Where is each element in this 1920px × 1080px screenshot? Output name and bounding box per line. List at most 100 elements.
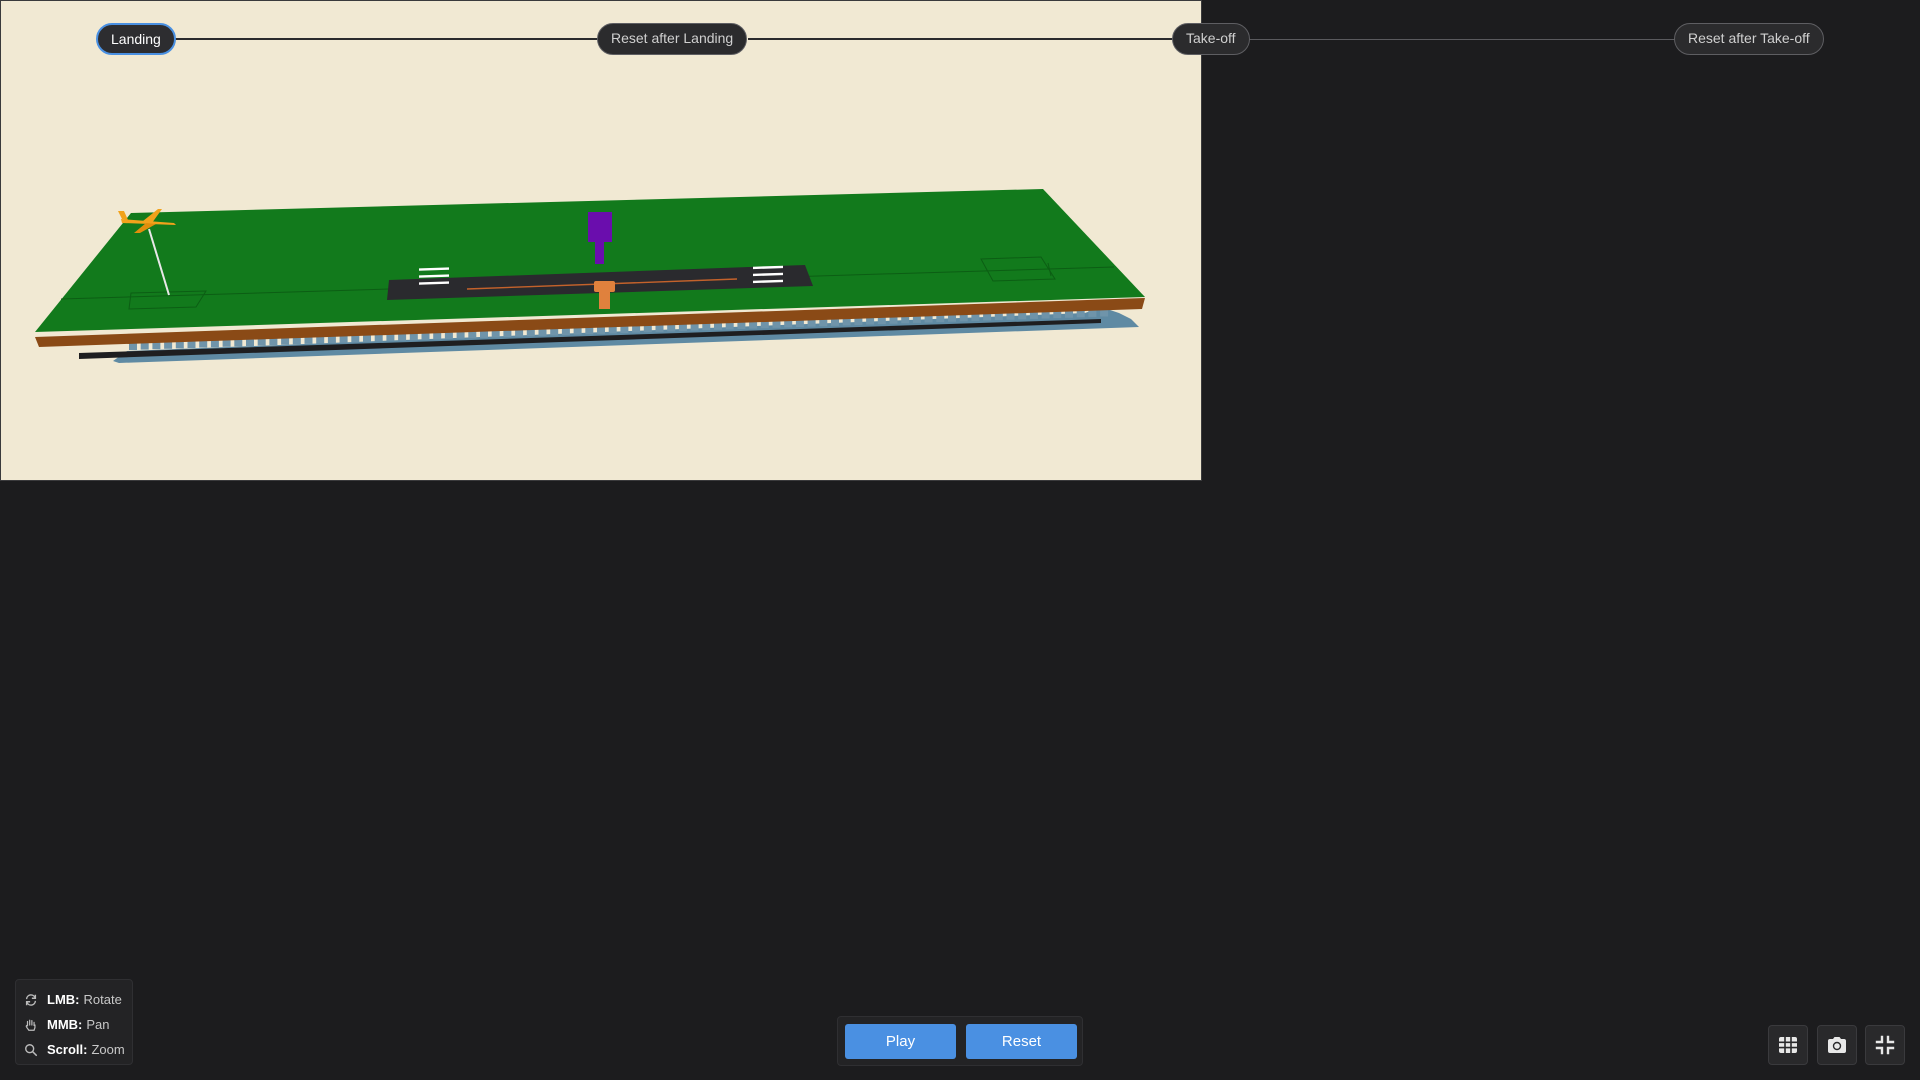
dock-slat	[983, 313, 992, 321]
dock-slat	[1006, 312, 1015, 320]
dock-slat	[433, 332, 442, 340]
dock-slat	[1088, 309, 1097, 317]
exit-fullscreen-button[interactable]	[1865, 1025, 1905, 1065]
dock-slat	[620, 326, 629, 333]
scene-viewport[interactable]	[0, 0, 1202, 481]
dock-slat	[480, 330, 488, 338]
dock-slat	[363, 334, 371, 342]
dock-slat	[643, 325, 652, 333]
dock-slat	[994, 313, 1003, 321]
dock-slat	[468, 331, 477, 339]
dock-slat	[152, 342, 161, 350]
dock-slat	[316, 336, 325, 344]
dock-slat	[655, 324, 664, 332]
dock-slat	[889, 316, 898, 324]
dock-slat	[725, 322, 734, 330]
dock-slat	[1076, 310, 1085, 318]
dock-slat	[199, 340, 208, 348]
timeline-step-take-off[interactable]: Take-off	[1172, 23, 1250, 55]
dock-slat	[409, 333, 418, 341]
dock-slat	[714, 322, 722, 330]
dock-slat	[842, 318, 851, 326]
dock-slat	[257, 338, 266, 346]
dock-slat	[222, 339, 231, 347]
dock-slat	[971, 313, 980, 321]
search-icon	[25, 1043, 38, 1056]
dock-slat	[456, 331, 465, 339]
grid-toggle-button[interactable]	[1768, 1025, 1808, 1065]
dock-slat	[936, 315, 945, 323]
dock-slat	[538, 328, 547, 336]
dock-slat	[269, 338, 278, 346]
timeline-step-landing[interactable]: Landing	[96, 23, 176, 55]
dock-slat	[246, 339, 254, 346]
dock-slat	[292, 337, 301, 345]
dock-slat	[281, 337, 290, 345]
dock-slat	[877, 317, 886, 325]
dock-slat	[831, 318, 839, 326]
dock-slat	[339, 335, 348, 343]
dock-slat	[807, 319, 816, 327]
dock-slat	[912, 315, 921, 323]
dock-slat	[784, 320, 793, 328]
dock-slat	[608, 326, 617, 334]
timeline-step-reset-after-take-off[interactable]: Reset after Take-off	[1674, 23, 1824, 55]
dock-slat	[760, 321, 769, 329]
dock-slat	[1053, 311, 1062, 319]
dock-slat	[304, 336, 313, 344]
rotate-icon	[25, 993, 37, 1006]
dock-slat	[901, 316, 910, 324]
timeline-step-reset-after-landing[interactable]: Reset after Landing	[597, 23, 748, 55]
dock-slat	[386, 334, 395, 342]
dock-slat	[234, 339, 243, 347]
dock-slat	[959, 314, 968, 322]
reset-button[interactable]: Reset	[966, 1024, 1077, 1059]
dock-slat	[573, 327, 582, 335]
dock-slat	[948, 314, 956, 322]
dock-slat	[854, 318, 863, 325]
screenshot-button[interactable]	[1817, 1025, 1857, 1065]
grid-icon	[1779, 1037, 1797, 1053]
dock-slat	[678, 324, 687, 331]
dock-slat	[444, 332, 453, 340]
dock-slat	[175, 341, 184, 349]
help-rotate: LMB: Rotate	[24, 987, 124, 1012]
dock-slat	[737, 322, 746, 329]
dock-slat	[561, 328, 570, 336]
dock-slat	[550, 328, 559, 336]
help-zoom: Scroll: Zoom	[24, 1037, 125, 1062]
dock-slat	[1041, 311, 1050, 319]
dock-slat	[129, 343, 137, 350]
dock-slat	[597, 326, 605, 334]
playback-controls: Play Reset	[837, 1016, 1083, 1066]
collapse-icon	[1875, 1035, 1895, 1055]
dock-slat	[585, 327, 594, 335]
dock-slat	[749, 321, 758, 329]
play-button[interactable]: Play	[845, 1024, 956, 1059]
dock-slat	[1065, 310, 1073, 318]
dock-slat	[1029, 311, 1038, 319]
dock-slat	[503, 330, 512, 338]
dock-slat	[866, 317, 875, 325]
dock-slat	[795, 320, 804, 327]
dock-slat	[632, 325, 641, 333]
dock-slat	[421, 332, 430, 340]
ground-vehicle	[594, 281, 615, 292]
help-pan: MMB: Pan	[24, 1012, 124, 1037]
dock-slat	[187, 341, 196, 348]
dock-slat	[515, 329, 524, 337]
controls-help-panel: LMB: Rotate MMB: Pan Scroll: Zoom	[15, 979, 133, 1065]
control-tower	[588, 212, 612, 242]
dock-slat	[819, 319, 828, 327]
airport-scene	[35, 189, 1145, 363]
dock-slat	[210, 340, 219, 348]
dock-slat	[772, 320, 781, 328]
dock-slat	[1100, 309, 1109, 317]
dock-slat	[491, 330, 500, 338]
hand-icon	[25, 1019, 36, 1031]
dock-slat	[924, 315, 933, 323]
dock-slat	[164, 341, 173, 349]
dock-slat	[702, 323, 711, 331]
dock-slat	[327, 336, 336, 344]
dock-slat	[398, 333, 407, 341]
